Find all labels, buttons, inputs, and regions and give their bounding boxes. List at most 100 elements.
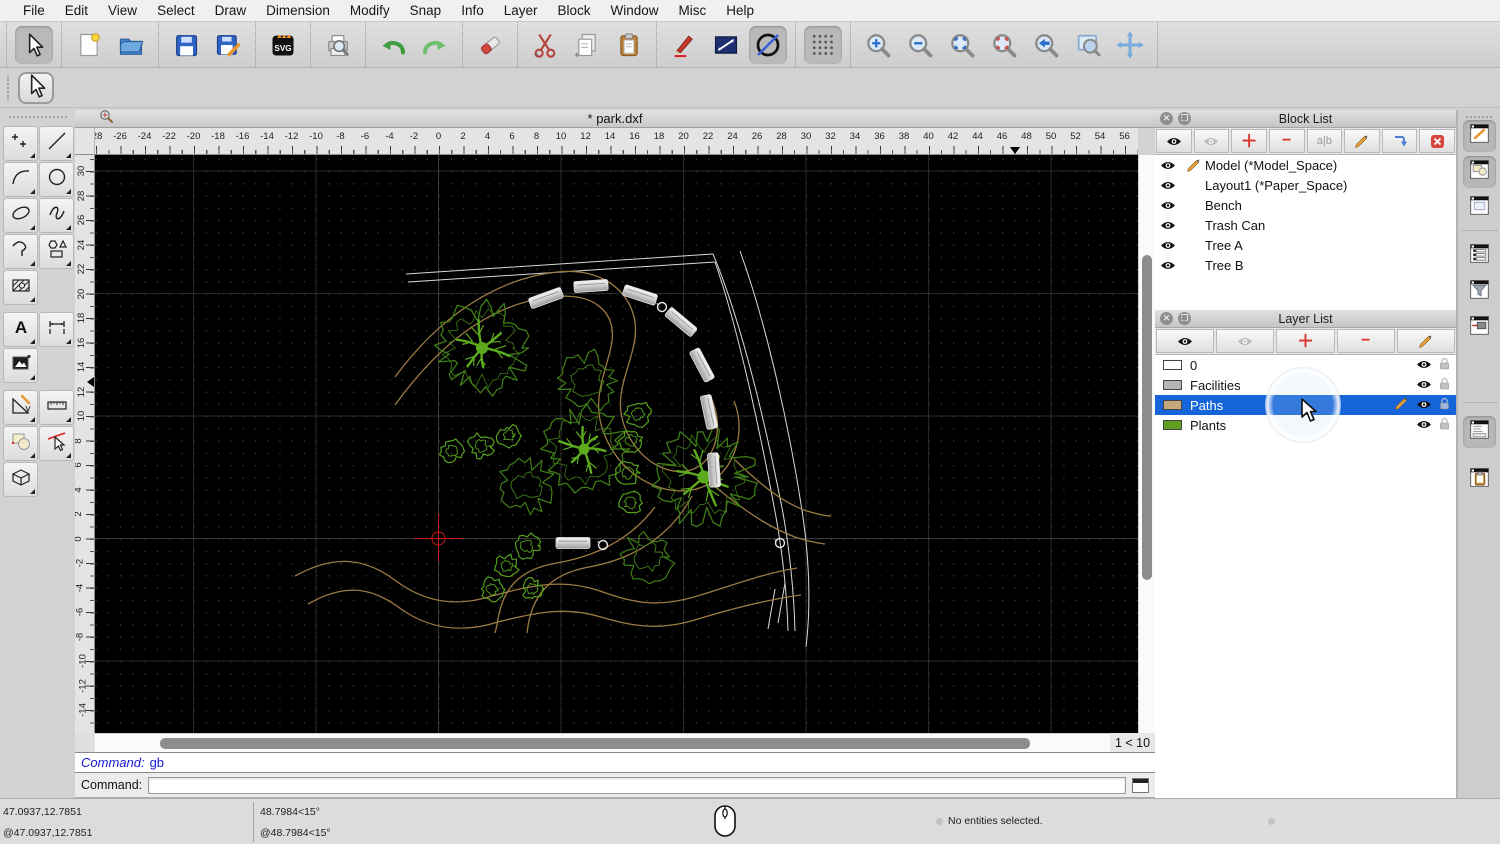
layer-list-title-bar[interactable]: ✕ ❐ Layer List [1155,310,1456,328]
tool-text-button[interactable]: A [3,312,38,347]
tool-solid-button[interactable] [3,462,38,497]
float-icon[interactable]: ❐ [1178,312,1191,325]
zoom-pan-button[interactable] [1111,26,1149,64]
save-as-button[interactable] [209,26,247,64]
tool-line-button[interactable] [39,126,74,161]
library-browser-toggle-button[interactable] [1463,312,1496,344]
close-icon[interactable]: ✕ [1160,312,1173,325]
hide-all-layers-button[interactable] [1216,329,1275,353]
add-block-button[interactable]: ＋ [1231,129,1267,153]
tool-ellipse-button[interactable] [3,198,38,233]
layer-lock-icon[interactable] [1439,397,1450,413]
drawing-canvas[interactable] [95,155,1174,733]
add-layer-button[interactable]: ＋ [1276,329,1335,353]
menu-edit[interactable]: Edit [56,0,97,21]
export-svg-button[interactable]: SVG [264,26,302,64]
block-row[interactable]: Model (*Model_Space) [1155,155,1456,175]
tool-circle-button[interactable] [39,162,74,197]
block-row[interactable]: Bench [1155,195,1456,215]
redo-button[interactable] [416,26,454,64]
line-attributes-button[interactable] [707,26,745,64]
document-title-bar[interactable]: * park.dxf [75,110,1155,128]
tool-arc-button[interactable] [3,162,38,197]
tool-tools-button[interactable] [3,390,38,425]
print-preview-button[interactable] [319,26,357,64]
pen-button[interactable] [665,26,703,64]
modify-toolbar-toggle-button[interactable] [1463,156,1496,188]
zoom-window-button[interactable] [1069,26,1107,64]
layer-lock-icon[interactable] [1439,417,1450,433]
layer-row-0[interactable]: 0 [1155,355,1456,375]
tool-measure-button[interactable] [39,390,74,425]
paste-button[interactable] [610,26,648,64]
zoom-previous-button[interactable] [1027,26,1065,64]
open-file-button[interactable] [112,26,150,64]
delete-block-button[interactable] [1419,129,1455,153]
command-window-toggle-button[interactable] [1463,416,1496,448]
block-visibility-icon[interactable] [1155,260,1181,271]
shape-attributes-button[interactable] [749,25,787,64]
insert-block-button[interactable] [1381,129,1418,153]
block-row[interactable]: Tree B [1155,255,1456,275]
menu-draw[interactable]: Draw [206,0,256,21]
menu-dimension[interactable]: Dimension [257,0,339,21]
list-panel-toggle-button[interactable] [1463,240,1496,272]
layer-row-paths[interactable]: Paths [1155,395,1456,415]
save-button[interactable] [167,26,205,64]
blank-window-toggle-button[interactable] [1463,192,1496,224]
block-row[interactable]: Layout1 (*Paper_Space) [1155,175,1456,195]
clipboard-panel-toggle-button[interactable] [1463,464,1496,496]
menu-help[interactable]: Help [717,0,763,21]
zoom-out-button[interactable] [901,26,939,64]
menu-window[interactable]: Window [602,0,668,21]
layer-row-facilities[interactable]: Facilities [1155,375,1456,395]
tool-freehand-button[interactable] [39,198,74,233]
layer-row-plants[interactable]: Plants [1155,415,1456,435]
command-input[interactable] [148,776,1126,794]
remove-layer-button[interactable]: − [1336,329,1395,353]
select-arrow-button[interactable] [15,25,53,64]
tool-image-button[interactable] [3,348,38,383]
menu-file[interactable]: File [14,0,54,21]
layer-visibility-icon[interactable] [1416,358,1432,373]
vertical-scrollbar-thumb[interactable] [1142,255,1152,580]
new-document-button[interactable] [70,26,108,64]
menu-view[interactable]: View [99,0,146,21]
tool-options-select-button[interactable] [18,72,54,104]
edit-block-button[interactable] [1344,129,1380,153]
menu-block[interactable]: Block [549,0,600,21]
block-row[interactable]: Tree A [1155,235,1456,255]
layer-lock-icon[interactable] [1439,357,1450,373]
block-visibility-icon[interactable] [1155,240,1181,251]
menu-snap[interactable]: Snap [401,0,451,21]
block-list-title-bar[interactable]: ✕ ❐ Block List [1155,110,1456,128]
tool-polygon-button[interactable] [39,234,74,269]
filter-panel-toggle-button[interactable] [1463,276,1496,308]
block-visibility-icon[interactable] [1155,160,1181,171]
show-all-blocks-button[interactable] [1156,129,1192,153]
edit-layer-button[interactable] [1396,329,1456,353]
horizontal-scrollbar-thumb[interactable] [160,738,1030,749]
horizontal-scrollbar[interactable] [95,733,1110,752]
zoom-reset-button[interactable] [985,26,1023,64]
layer-visibility-icon[interactable] [1416,418,1432,433]
layer-visibility-icon[interactable] [1416,398,1432,413]
undo-button[interactable] [374,26,412,64]
layer-visibility-icon[interactable] [1416,378,1432,393]
tool-points-button[interactable] [3,126,38,161]
zoom-in-button[interactable] [859,26,897,64]
layer-lock-icon[interactable] [1439,377,1450,393]
rename-block-button[interactable]: a|b [1306,129,1343,153]
menu-misc[interactable]: Misc [670,0,716,21]
remove-block-button[interactable]: − [1268,129,1305,153]
tool-polyline-button[interactable] [3,234,38,269]
hide-all-blocks-button[interactable] [1193,129,1230,153]
command-window-toggle-button[interactable] [1132,777,1149,793]
zoom-auto-button[interactable] [943,26,981,64]
grid-toggle-button[interactable] [804,25,842,64]
block-visibility-icon[interactable] [1155,220,1181,231]
cut-button[interactable]: + [526,26,564,64]
close-icon[interactable]: ✕ [1160,112,1173,125]
block-visibility-icon[interactable] [1155,180,1181,191]
menu-modify[interactable]: Modify [341,0,399,21]
